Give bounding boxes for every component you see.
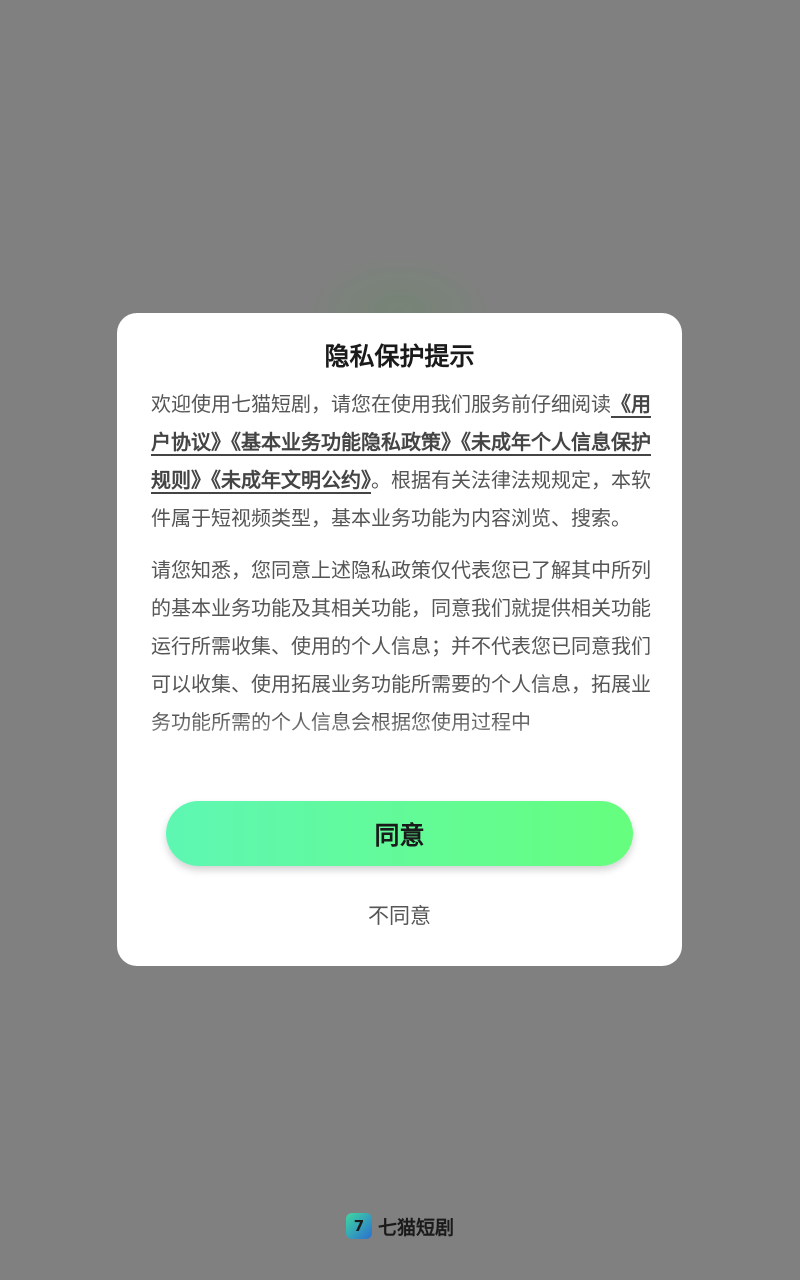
disagree-button[interactable]: 不同意 bbox=[117, 898, 682, 934]
notice-paragraph: 请您知悉，您同意上述隐私政策仅代表您已了解其中所列的基本业务功能及其相关功能，同… bbox=[151, 558, 651, 734]
dialog-title: 隐私保护提示 bbox=[324, 342, 475, 371]
app-logo-icon: 7 bbox=[345, 1213, 372, 1239]
minor-convention-link[interactable]: 《未成年文明公约》 bbox=[211, 468, 371, 492]
privacy-dialog: 隐私保护提示 欢迎使用七猫短剧，请您在使用我们服务前仔细阅读《用户协议》《基本业… bbox=[117, 313, 682, 966]
privacy-policy-link[interactable]: 《基本业务功能隐私政策》 bbox=[231, 430, 461, 454]
intro-text: 欢迎使用七猫短剧，请您在使用我们服务前仔细阅读 bbox=[151, 392, 611, 416]
brand-name: 七猫短剧 bbox=[377, 1216, 454, 1239]
brand-footer: 7 七猫短剧 bbox=[0, 1212, 800, 1240]
dialog-content[interactable]: 欢迎使用七猫短剧，请您在使用我们服务前仔细阅读《用户协议》《基本业务功能隐私政策… bbox=[151, 385, 654, 775]
intro-paragraph: 欢迎使用七猫短剧，请您在使用我们服务前仔细阅读《用户协议》《基本业务功能隐私政策… bbox=[151, 385, 654, 537]
agree-button[interactable]: 同意 bbox=[166, 801, 633, 866]
